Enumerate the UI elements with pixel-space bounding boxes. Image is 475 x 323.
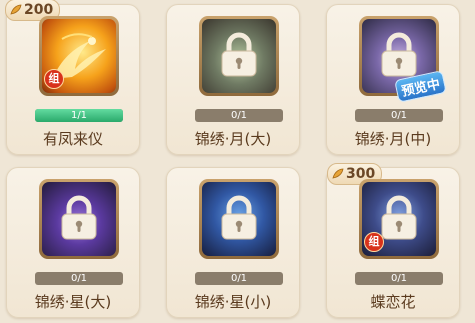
card-title: 锦绣·星(大) xyxy=(34,293,112,311)
item-thumbnail xyxy=(199,16,279,96)
lock-icon xyxy=(221,195,257,240)
progress-text: 0/1 xyxy=(390,273,408,284)
feather-coin-icon xyxy=(10,4,22,15)
progress-bar: 0/1 xyxy=(35,272,123,285)
card-title: 锦绣·月(中) xyxy=(354,130,432,148)
item-thumbnail: 组 xyxy=(39,16,119,96)
lock-icon xyxy=(381,195,417,240)
item-thumbnail: 预览中 xyxy=(359,16,447,103)
progress-bar: 1/1 xyxy=(35,109,123,122)
card-title: 有凤来仪 xyxy=(42,130,103,148)
card-title: 锦绣·星(小) xyxy=(194,293,272,311)
progress-text: 0/1 xyxy=(70,273,88,284)
lock-icon xyxy=(381,32,417,77)
progress-text: 1/1 xyxy=(70,110,88,121)
collection-card-dielianhua[interactable]: 300 组 0/1 蝶恋花 xyxy=(326,163,460,318)
item-thumbnail xyxy=(199,179,279,259)
progress-bar: 0/1 xyxy=(195,109,283,122)
progress-text: 0/1 xyxy=(230,273,248,284)
collection-card-jinxiu-yue-zhong[interactable]: 预览中 0/1 锦绣·月(中) xyxy=(326,4,460,155)
collection-card-jinxiu-yue-da[interactable]: 0/1 锦绣·月(大) xyxy=(166,4,300,155)
progress-bar: 0/1 xyxy=(355,272,443,285)
lock-icon xyxy=(221,32,257,77)
collection-card-youfenglaiyi[interactable]: 200 组 1/1 有凤来仪 xyxy=(5,0,140,155)
progress-bar: 0/1 xyxy=(195,272,283,285)
card-title: 蝶恋花 xyxy=(370,293,416,311)
item-thumbnail: 组 xyxy=(359,179,439,259)
progress-text: 0/1 xyxy=(390,110,408,121)
collection-grid: 200 组 1/1 有凤来仪 0/1 锦绣·月(大) 预览中 0/1 锦绣·月(… xyxy=(0,0,475,323)
set-badge: 组 xyxy=(364,232,384,252)
card-title: 锦绣·月(大) xyxy=(194,130,272,148)
progress-text: 0/1 xyxy=(230,110,248,121)
collection-card-jinxiu-xing-xiao[interactable]: 0/1 锦绣·星(小) xyxy=(166,167,300,318)
feather-coin-icon xyxy=(332,168,344,179)
collection-card-jinxiu-xing-da[interactable]: 0/1 锦绣·星(大) xyxy=(6,167,140,318)
lock-icon xyxy=(61,195,97,240)
item-thumbnail xyxy=(39,179,119,259)
set-badge: 组 xyxy=(44,69,64,89)
progress-bar: 0/1 xyxy=(355,109,443,122)
